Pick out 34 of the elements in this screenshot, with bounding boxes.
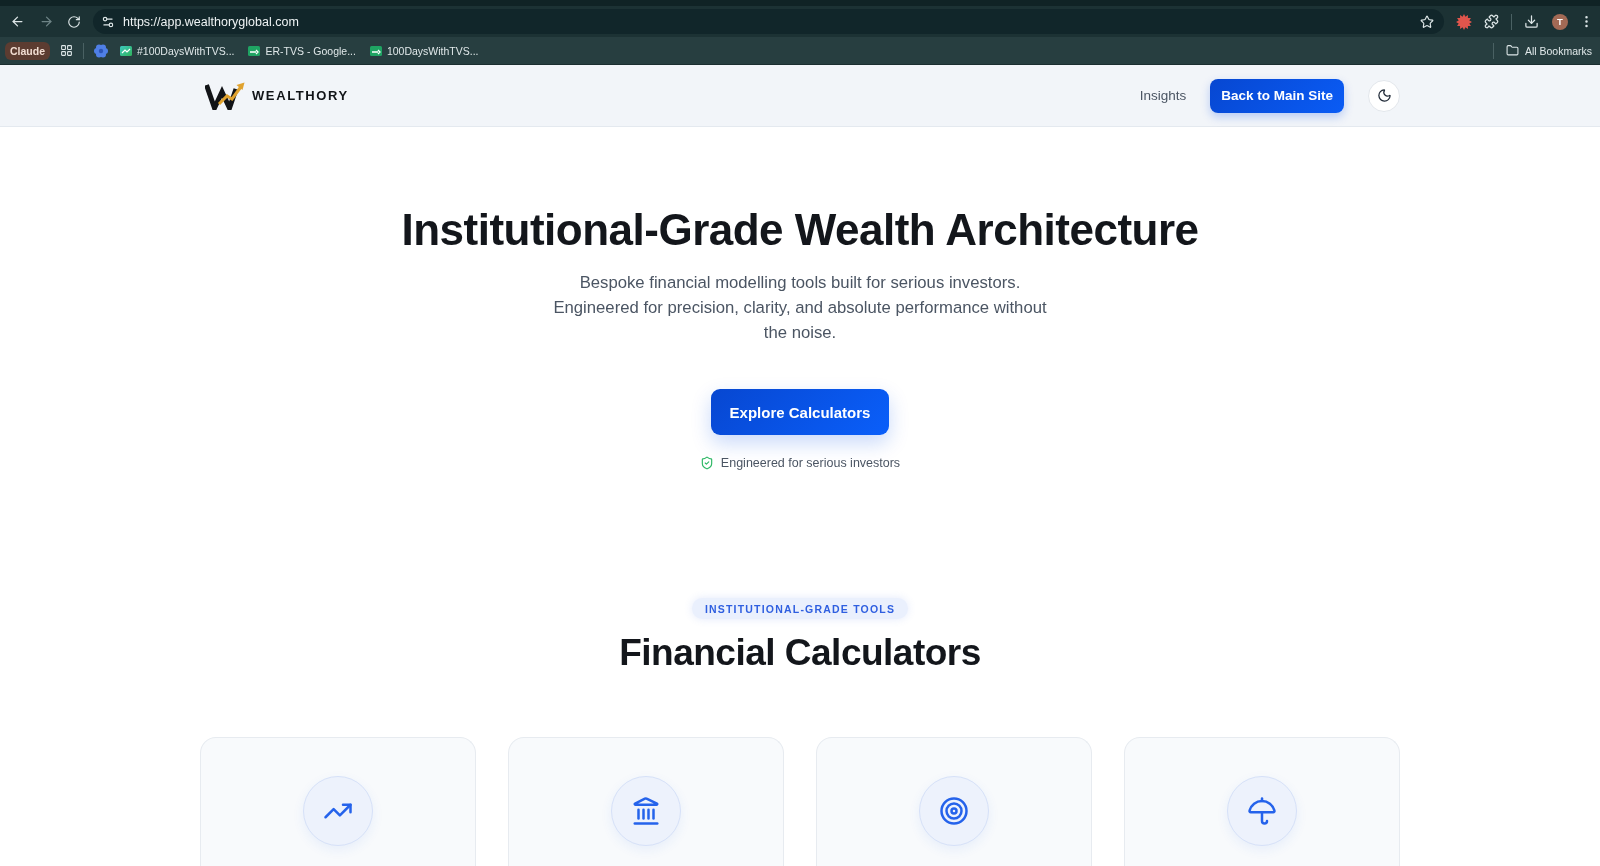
- bookmark-star-icon[interactable]: [1420, 14, 1434, 29]
- forward-arrow-icon[interactable]: [39, 14, 54, 29]
- bookmark-link[interactable]: #100DaysWithTVS...: [137, 44, 235, 57]
- reload-icon[interactable]: [67, 14, 81, 29]
- burst-icon[interactable]: [1456, 13, 1472, 30]
- explore-button[interactable]: Explore Calculators: [711, 389, 889, 435]
- sheet-favicon-icon: [369, 45, 382, 56]
- back-to-site-button[interactable]: Back to Main Site: [1210, 78, 1344, 113]
- folder-icon[interactable]: [1505, 44, 1519, 57]
- sheet-favicon-icon: [248, 45, 261, 56]
- tune-icon[interactable]: [101, 14, 115, 29]
- nav-link[interactable]: Insights: [1139, 88, 1187, 103]
- bookmark-chip[interactable]: Claude: [5, 41, 50, 60]
- all-bookmarks-link[interactable]: All Bookmarks: [1524, 44, 1592, 57]
- section-eyebrow: INSTITUTIONAL-GRADE TOOLS: [691, 598, 909, 619]
- flower-icon[interactable]: [94, 43, 108, 58]
- hero-subtitle: Bespoke financial modelling tools built for serious investors. Engineered for precision, clarity, and absolute performance without the noise.: [552, 272, 1048, 344]
- profile-avatar[interactable]: T: [1552, 13, 1568, 30]
- section-heading: Financial Calculators: [619, 631, 981, 675]
- trust-note: Engineered for serious investors: [720, 455, 901, 472]
- download-icon[interactable]: [1524, 14, 1539, 29]
- address-bar[interactable]: https://app.wealthoryglobal.com: [93, 9, 1444, 34]
- image-favicon-icon: [120, 45, 132, 56]
- w-logo-icon[interactable]: [205, 81, 245, 110]
- puzzle-icon[interactable]: [1484, 14, 1499, 29]
- apps-grid-icon[interactable]: [60, 44, 73, 57]
- bookmark-link[interactable]: 100DaysWithTVS...: [386, 44, 479, 57]
- url-text: https://app.wealthoryglobal.com: [123, 14, 300, 29]
- theme-toggle-button[interactable]: [1368, 79, 1400, 112]
- hero-title: Institutional-Grade Wealth Architecture: [401, 204, 1199, 255]
- brand-name: WEALTHORY: [252, 88, 349, 103]
- bookmark-link[interactable]: ER-TVS - Google...: [265, 44, 356, 57]
- shield-check-icon: [699, 456, 714, 470]
- moon-icon: [1376, 88, 1392, 103]
